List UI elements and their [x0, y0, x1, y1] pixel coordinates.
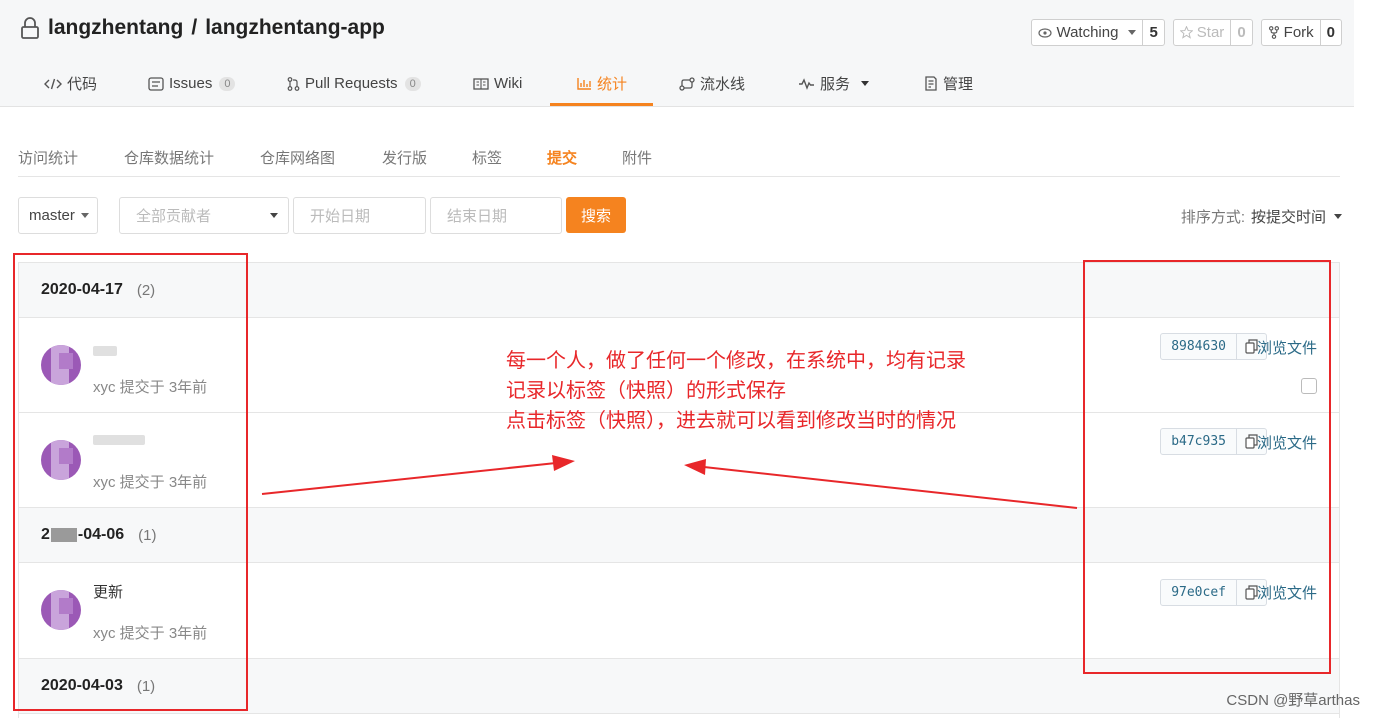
active-tab-indicator: [550, 103, 653, 106]
chevron-down-icon: [270, 213, 278, 218]
subnav-visits[interactable]: 访问统计: [18, 147, 78, 168]
tab-services-label: 服务: [820, 76, 851, 93]
bar-chart-icon: [577, 78, 591, 90]
tab-wiki[interactable]: Wiki: [473, 60, 522, 107]
tab-code[interactable]: 代码: [44, 60, 97, 107]
pull-requests-count-badge: 0: [404, 76, 421, 91]
csdn-watermark: CSDN @野草arthas: [1226, 692, 1360, 709]
repo-owner-link[interactable]: langzhentang: [48, 16, 183, 40]
tab-manage[interactable]: 管理: [924, 60, 973, 107]
chevron-down-icon: [1334, 214, 1342, 219]
star-label: Star: [1196, 24, 1225, 41]
watching-count[interactable]: 5: [1142, 20, 1163, 45]
pull-request-icon: [287, 76, 300, 91]
book-icon: [473, 77, 489, 90]
tab-pull-requests-label: Pull Requests: [305, 75, 398, 92]
fork-count[interactable]: 0: [1319, 20, 1341, 45]
chevron-down-icon: [861, 81, 870, 86]
subnav-tags[interactable]: 标签: [472, 147, 502, 168]
watching-label: Watching: [1056, 24, 1119, 41]
subnav-releases[interactable]: 发行版: [382, 147, 427, 168]
tab-code-label: 代码: [67, 76, 98, 93]
annotation-line-3: 点击标签（快照），进去就可以看到修改当时的情况: [506, 410, 956, 432]
tab-manage-label: 管理: [943, 76, 974, 93]
pipeline-icon: [679, 76, 695, 91]
star-icon: [1179, 26, 1193, 39]
branch-select-value: master: [29, 207, 75, 224]
tab-pull-requests[interactable]: Pull Requests 0: [287, 60, 421, 107]
repo-name-link[interactable]: langzhentang-app: [205, 16, 385, 40]
subnav-repo-data[interactable]: 仓库数据统计: [124, 147, 214, 168]
annotation-line-1: 每一个人，做了任何一个修改，在系统中，均有记录: [506, 350, 966, 372]
star-count[interactable]: 0: [1230, 20, 1251, 45]
repo-actions: Watching 5 Star 0 Fork 0: [1031, 19, 1342, 46]
tab-pipeline-label: 流水线: [700, 76, 746, 93]
end-date-placeholder: 结束日期: [447, 208, 508, 225]
sort-control[interactable]: 排序方式: 按提交时间: [1181, 206, 1342, 227]
contributor-select[interactable]: 全部贡献者: [119, 197, 289, 234]
branch-select[interactable]: master: [18, 197, 98, 234]
end-date-input[interactable]: 结束日期: [430, 197, 562, 234]
subnav-attachments[interactable]: 附件: [622, 147, 652, 168]
repo-separator: /: [191, 16, 198, 39]
settings-doc-icon: [925, 76, 937, 91]
chevron-down-icon: [80, 213, 89, 218]
annotation-line-2: 记录以标签（快照）的形式保存: [506, 380, 786, 402]
fork-button[interactable]: Fork 0: [1260, 19, 1342, 46]
eye-icon: [1038, 27, 1053, 38]
issues-icon: [148, 76, 164, 91]
start-date-input[interactable]: 开始日期: [293, 197, 426, 234]
tab-pipeline[interactable]: 流水线: [679, 60, 745, 107]
start-date-placeholder: 开始日期: [310, 208, 371, 225]
annotation-box-left: [13, 253, 248, 711]
repo-title: langzhentang / langzhentang-app: [20, 16, 385, 40]
tab-wiki-label: Wiki: [494, 75, 523, 92]
tab-stats-label: 统计: [597, 76, 628, 93]
fork-label: Fork: [1283, 24, 1314, 41]
contributor-select-placeholder: 全部贡献者: [136, 208, 212, 225]
sort-value: 按提交时间: [1250, 209, 1326, 226]
subnav-commits[interactable]: 提交: [547, 147, 577, 168]
fork-icon: [1268, 26, 1279, 39]
search-button[interactable]: 搜索: [566, 197, 626, 233]
annotation-box-right: [1083, 260, 1331, 674]
lock-icon: [21, 17, 39, 39]
code-icon: [44, 78, 62, 89]
chevron-down-icon: [1128, 30, 1137, 35]
subnav-network[interactable]: 仓库网络图: [260, 147, 335, 168]
tab-issues-label: Issues: [169, 75, 213, 92]
pulse-icon: [799, 77, 814, 90]
tab-services[interactable]: 服务: [798, 60, 870, 107]
tab-issues[interactable]: Issues 0: [148, 60, 236, 107]
watching-button[interactable]: Watching 5: [1031, 19, 1165, 46]
star-button[interactable]: Star 0: [1172, 19, 1253, 46]
stats-subnav: 访问统计 仓库数据统计 仓库网络图 发行版 标签 提交 附件: [18, 139, 1340, 177]
sort-label: 排序方式:: [1180, 209, 1245, 226]
issues-count-badge: 0: [219, 76, 236, 91]
annotation-text: 每一个人，做了任何一个修改，在系统中，均有记录 记录以标签（快照）的形式保存 点…: [506, 346, 966, 436]
tab-stats[interactable]: 统计: [577, 60, 627, 107]
